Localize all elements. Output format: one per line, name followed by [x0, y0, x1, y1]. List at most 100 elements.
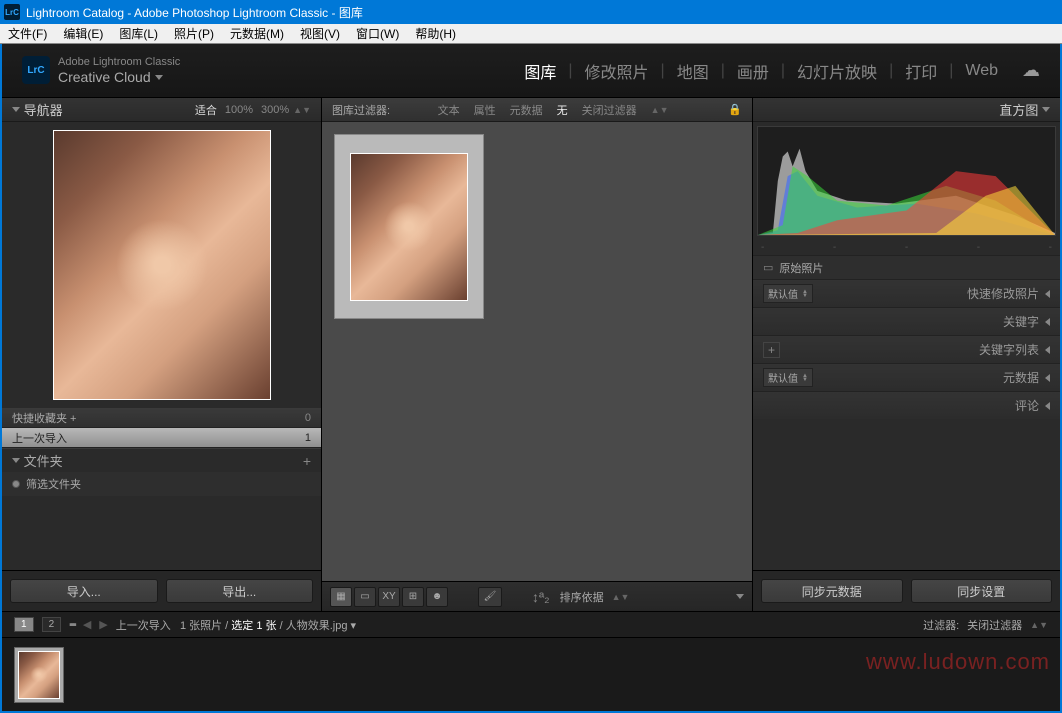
- metadata-panel[interactable]: 默认值▲▼ 元数据: [753, 363, 1060, 391]
- panel-expand-icon[interactable]: [1045, 402, 1050, 410]
- nav-fit[interactable]: 适合: [195, 102, 217, 118]
- collection-name: 上一次导入: [12, 430, 67, 446]
- navigator-title: 导航器: [24, 100, 63, 119]
- filter-preset-dropdown-icon[interactable]: ▲▼: [651, 105, 669, 115]
- import-button[interactable]: 导入...: [10, 579, 158, 603]
- left-panel: 导航器 适合 100% 300% ▲▼ 快捷收藏夹 + 0 上一次导入 1 文件…: [2, 98, 322, 611]
- panel-expand-icon[interactable]: [1045, 290, 1050, 298]
- second-screen-button[interactable]: 2: [42, 617, 62, 632]
- filter-close[interactable]: 关闭过滤器: [582, 102, 637, 118]
- sync-settings-button[interactable]: 同步设置: [911, 579, 1053, 603]
- panel-expand-icon[interactable]: [1045, 318, 1050, 326]
- folders-add-icon[interactable]: +: [303, 453, 311, 469]
- navigator-preview[interactable]: [2, 122, 321, 408]
- panel-expand-icon[interactable]: [1045, 346, 1050, 354]
- filmstrip-path[interactable]: 上一次导入 1 张照片 / 选定 1 张 / 人物效果.jpg ▾: [116, 617, 356, 633]
- menu-bar: 文件(F) 编辑(E) 图库(L) 照片(P) 元数据(M) 视图(V) 窗口(…: [0, 24, 1062, 44]
- menu-photo[interactable]: 照片(P): [166, 23, 222, 44]
- survey-view-button[interactable]: ⊞: [402, 587, 424, 607]
- filter-meta-tab[interactable]: 元数据: [510, 102, 543, 118]
- collection-last-import[interactable]: 上一次导入 1: [2, 428, 321, 448]
- filmstrip-thumbnail[interactable]: [14, 647, 64, 703]
- sync-metadata-button[interactable]: 同步元数据: [761, 579, 903, 603]
- people-view-button[interactable]: ☻: [426, 587, 448, 607]
- panel-expand-icon[interactable]: [1045, 374, 1050, 382]
- center-panel: 图库过滤器: 文本 属性 元数据 无 关闭过滤器 ▲▼ 🔒 ▦ ▭ XY: [322, 98, 752, 611]
- add-keyword-icon[interactable]: +: [763, 342, 780, 358]
- filter-bar-label: 图库过滤器:: [332, 102, 390, 118]
- sort-direction-icon[interactable]: ↕ª₂: [532, 589, 550, 605]
- nav-100[interactable]: 100%: [225, 104, 253, 116]
- module-web[interactable]: Web: [957, 58, 1006, 84]
- center-toolbar: ▦ ▭ XY ⊞ ☻ 🖌 ↕ª₂ 排序依据 ▲▼: [322, 581, 752, 611]
- module-library[interactable]: 图库: [516, 55, 564, 87]
- menu-metadata[interactable]: 元数据(M): [222, 23, 292, 44]
- thumbnail-image: [350, 153, 468, 301]
- keywording-panel[interactable]: 关键字: [753, 307, 1060, 335]
- folders-header[interactable]: 文件夹 +: [2, 448, 321, 472]
- quick-develop-panel[interactable]: 默认值▲▼ 快速修改照片: [753, 279, 1060, 307]
- nav-forward-icon[interactable]: ▶: [99, 618, 107, 631]
- filter-attr-tab[interactable]: 属性: [474, 102, 496, 118]
- menu-library[interactable]: 图库(L): [111, 23, 166, 44]
- branding-dropdown-icon[interactable]: [155, 75, 163, 80]
- grid-thumbnail[interactable]: [334, 134, 484, 319]
- module-develop[interactable]: 修改照片: [577, 55, 657, 87]
- crop-icon: ▭: [763, 261, 773, 274]
- grid-view[interactable]: [322, 122, 752, 581]
- nav-zoom-stepper-icon[interactable]: ▲▼: [293, 105, 311, 115]
- filmstrip-thumb-image: [18, 651, 60, 699]
- sort-label[interactable]: 排序依据: [560, 589, 604, 605]
- menu-help[interactable]: 帮助(H): [407, 23, 464, 44]
- folders-collapse-icon[interactable]: [12, 458, 20, 463]
- module-map[interactable]: 地图: [669, 55, 717, 87]
- folders-filter-row[interactable]: 筛选文件夹: [2, 472, 321, 496]
- module-slideshow[interactable]: 幻灯片放映: [789, 55, 885, 87]
- painter-tool-button[interactable]: 🖌: [478, 587, 502, 607]
- lrc-logo-icon: LrC: [22, 56, 50, 84]
- window-title: Lightroom Catalog - Adobe Photoshop Ligh…: [26, 4, 363, 21]
- histogram-title: 直方图: [999, 100, 1038, 119]
- histogram-collapse-icon[interactable]: [1042, 107, 1050, 112]
- filter-lock-icon[interactable]: 🔒: [728, 103, 742, 116]
- window-titlebar: LrC Lightroom Catalog - Adobe Photoshop …: [0, 0, 1062, 24]
- menu-edit[interactable]: 编辑(E): [55, 23, 111, 44]
- folders-filter-label: 筛选文件夹: [26, 476, 81, 492]
- navigator-collapse-icon[interactable]: [12, 107, 20, 112]
- grid-view-button[interactable]: ▦: [330, 587, 352, 607]
- filmstrip-filter-label: 过滤器:: [923, 617, 959, 633]
- compare-view-button[interactable]: XY: [378, 587, 400, 607]
- original-photo-row[interactable]: ▭ 原始照片: [753, 255, 1060, 279]
- branding-line2: Creative Cloud: [58, 69, 151, 85]
- filter-text-tab[interactable]: 文本: [438, 102, 460, 118]
- menu-file[interactable]: 文件(F): [0, 23, 55, 44]
- library-filter-bar: 图库过滤器: 文本 属性 元数据 无 关闭过滤器 ▲▼ 🔒: [322, 98, 752, 122]
- branding-line1: Adobe Lightroom Classic: [58, 56, 180, 69]
- filmstrip-filter-value[interactable]: 关闭过滤器: [967, 617, 1022, 633]
- main-screen-button[interactable]: 1: [14, 617, 34, 632]
- filter-none-tab[interactable]: 无: [557, 102, 568, 118]
- original-photo-label: 原始照片: [779, 260, 823, 276]
- loupe-view-button[interactable]: ▭: [354, 587, 376, 607]
- menu-window[interactable]: 窗口(W): [348, 23, 407, 44]
- toolbar-menu-icon[interactable]: [736, 594, 744, 599]
- nav-300[interactable]: 300%: [261, 104, 289, 116]
- collection-count: 0: [305, 412, 311, 424]
- menu-view[interactable]: 视图(V): [292, 23, 348, 44]
- cloud-sync-icon[interactable]: ☁: [1022, 60, 1040, 81]
- filmstrip-grid-icon[interactable]: ▪▪▪: [69, 619, 75, 631]
- histogram[interactable]: [757, 126, 1056, 236]
- nav-back-icon[interactable]: ◀: [83, 618, 91, 631]
- collection-name: 快捷收藏夹 +: [12, 410, 76, 426]
- comments-panel[interactable]: 评论: [753, 391, 1060, 419]
- module-book[interactable]: 画册: [729, 55, 777, 87]
- identity-plate-area: LrC Adobe Lightroom Classic Creative Clo…: [2, 44, 1060, 98]
- sort-dropdown-icon[interactable]: ▲▼: [612, 592, 630, 602]
- filmstrip: 1 2 ▪▪▪ ◀ ▶ 上一次导入 1 张照片 / 选定 1 张 / 人物效果.…: [2, 611, 1060, 711]
- export-button[interactable]: 导出...: [166, 579, 314, 603]
- collection-quick[interactable]: 快捷收藏夹 + 0: [2, 408, 321, 428]
- module-print[interactable]: 打印: [897, 55, 945, 87]
- keyword-list-panel[interactable]: + 关键字列表: [753, 335, 1060, 363]
- module-picker: 图库| 修改照片| 地图| 画册| 幻灯片放映| 打印| Web ☁: [516, 55, 1040, 87]
- filter-dot-icon: [12, 480, 20, 488]
